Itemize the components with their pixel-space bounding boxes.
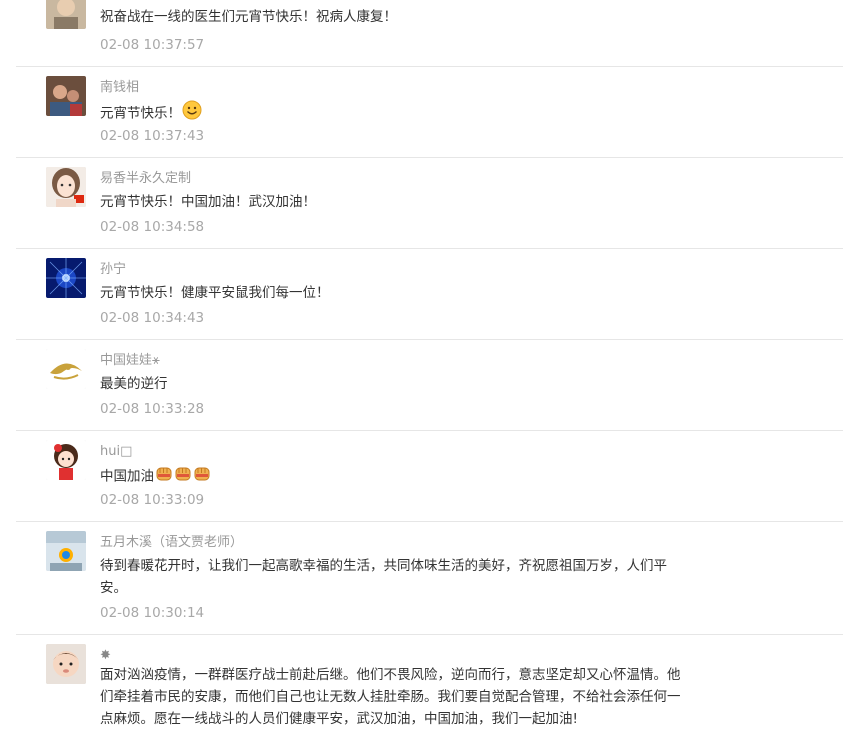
comment-item: 祝奋战在一线的医生们元宵节快乐！祝病人康复！ 02-08 10:37:57	[16, 0, 843, 67]
fist-emoji	[174, 464, 192, 489]
comment-time: 02-08 10:33:09	[100, 492, 205, 508]
comment-item: 中国娃娃⚹ 最美的逆行 02-08 10:33:28	[16, 340, 843, 431]
chibi-girl-avatar[interactable]	[46, 440, 86, 480]
comment-time: 02-08 10:33:28	[100, 401, 205, 417]
comment-item: 南钱相 元宵节快乐！ 02-08 10:37:43	[16, 67, 843, 158]
fist-emoji	[193, 464, 211, 489]
comment-item: 孙宁 元宵节快乐！健康平安鼠我们每一位！ 02-08 10:34:43	[16, 249, 843, 340]
comment-item: 五月木溪（语文贾老师） 待到春暖花开时，让我们一起高歌幸福的生活，共同体味生活的…	[16, 522, 843, 635]
smile-emoji	[182, 100, 202, 127]
classroom-avatar[interactable]	[46, 531, 86, 571]
fist-emoji	[155, 464, 173, 489]
comment-author[interactable]: 易香半永久定制	[100, 170, 191, 188]
comment-text: 最美的逆行	[100, 376, 168, 392]
comment-text-content: 元宵节快乐！	[100, 105, 181, 122]
comment-text: 面对汹汹疫情，一群群医疗战士前赴后继。他们不畏风险，逆向而行，意志坚定却又心怀温…	[100, 667, 681, 727]
blue-light-avatar[interactable]	[46, 258, 86, 298]
comment-time: 02-08 10:37:57	[100, 37, 205, 53]
comment-author[interactable]: 五月木溪（语文贾老师）	[100, 534, 243, 552]
photo-avatar[interactable]	[46, 76, 86, 116]
portrait-avatar[interactable]	[46, 0, 86, 29]
comment-author[interactable]: 孙宁	[100, 261, 126, 279]
comment-time: 02-08 10:34:58	[100, 219, 205, 235]
comment-author[interactable]: 南钱相	[100, 79, 139, 97]
comment-time: 02-08 10:37:43	[100, 128, 205, 144]
comment-item: 易香半永久定制 元宵节快乐！中国加油！武汉加油！ 02-08 10:34:58	[16, 158, 843, 249]
comment-text: 元宵节快乐！健康平安鼠我们每一位！	[100, 285, 330, 301]
comment-text: 中国加油	[100, 464, 690, 489]
comment-list: 祝奋战在一线的医生们元宵节快乐！祝病人康复！ 02-08 10:37:57 南钱…	[0, 0, 843, 738]
comment-text: 待到春暖花开时，让我们一起高歌幸福的生活，共同体味生活的美好，齐祝愿祖国万岁，人…	[100, 558, 667, 596]
comment-author[interactable]: ✸	[100, 647, 111, 665]
gold-logo-avatar[interactable]	[46, 349, 86, 389]
comment-text: 祝奋战在一线的医生们元宵节快乐！祝病人康复！	[100, 9, 397, 25]
baby-avatar[interactable]	[46, 644, 86, 684]
comment-time: 02-08 10:34:43	[100, 310, 205, 326]
comment-time: 02-08 10:30:14	[100, 605, 205, 621]
comment-author[interactable]: hui□	[100, 443, 132, 461]
cartoon-girl-avatar[interactable]	[46, 167, 86, 207]
comment-text: 元宵节快乐！	[100, 100, 690, 127]
comment-item: hui□ 中国加油 02-08 10:33:09	[16, 431, 843, 522]
comment-text: 元宵节快乐！中国加油！武汉加油！	[100, 194, 316, 210]
comment-item: ✸ 面对汹汹疫情，一群群医疗战士前赴后继。他们不畏风险，逆向而行，意志坚定却又心…	[16, 635, 843, 755]
comment-text-content: 中国加油	[100, 468, 154, 485]
comment-author[interactable]: 中国娃娃⚹	[100, 352, 160, 370]
